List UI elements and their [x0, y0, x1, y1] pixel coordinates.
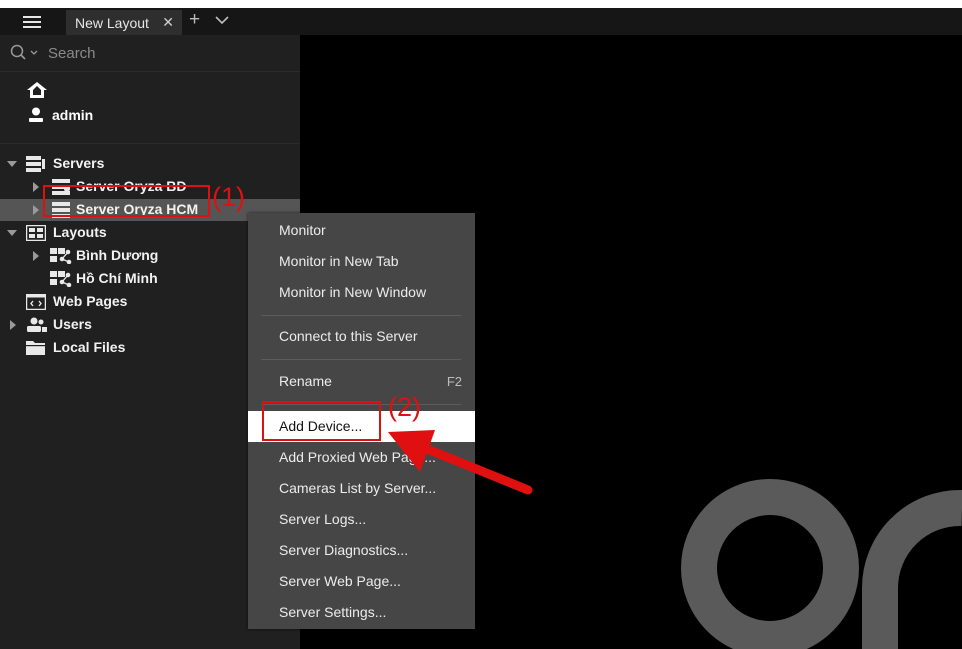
shared-layout-icon	[50, 271, 72, 287]
menu-item-monitor-new-tab[interactable]: Monitor in New Tab	[248, 246, 475, 277]
close-icon[interactable]: ✕	[162, 14, 174, 31]
tree-item-servers[interactable]: Servers	[0, 153, 300, 175]
expand-arrow-icon[interactable]	[10, 320, 16, 330]
tree-label: Web Pages	[53, 293, 128, 309]
current-user[interactable]: admin	[29, 105, 93, 125]
tree-label: Local Files	[53, 339, 126, 355]
app-window: New Layout ✕ + a	[0, 8, 962, 649]
chevron-down-icon	[215, 16, 229, 25]
menu-item-monitor[interactable]: Monitor	[248, 215, 475, 246]
tree-label: Layouts	[53, 224, 107, 240]
tab-list-button[interactable]	[215, 12, 229, 30]
annotation-label-step2: (2)	[388, 392, 421, 422]
tree-label: Users	[53, 316, 92, 332]
menu-item-connect[interactable]: Connect to this Server	[248, 321, 475, 352]
users-icon	[27, 317, 47, 332]
tree-label: Hồ Chí Minh	[76, 270, 158, 286]
tab-new-layout[interactable]: New Layout ✕	[66, 10, 182, 35]
menu-item-monitor-new-window[interactable]: Monitor in New Window	[248, 277, 475, 308]
tab-label: New Layout	[75, 14, 149, 31]
menu-item-label: Rename	[279, 373, 332, 389]
web-page-icon	[26, 294, 46, 310]
home-icon[interactable]	[27, 82, 47, 98]
layouts-icon	[26, 225, 46, 241]
annotation-arrow-icon	[388, 430, 533, 495]
user-icon	[29, 107, 43, 122]
search-bar	[0, 35, 300, 72]
add-tab-button[interactable]: +	[189, 9, 200, 31]
tree-label: Bình Dương	[76, 247, 159, 263]
oryza-logo	[681, 479, 962, 649]
divider	[0, 143, 300, 144]
menu-separator	[261, 315, 461, 316]
annotation-label-step1: (1)	[212, 182, 245, 212]
search-icon[interactable]	[10, 44, 42, 62]
hamburger-icon	[23, 16, 41, 28]
expand-arrow-icon[interactable]	[7, 230, 17, 236]
menu-item-server-diagnostics[interactable]: Server Diagnostics...	[248, 535, 475, 566]
tree-label: Servers	[53, 155, 105, 171]
expand-arrow-icon[interactable]	[33, 182, 39, 192]
expand-arrow-icon[interactable]	[33, 205, 39, 215]
menu-item-server-web-page[interactable]: Server Web Page...	[248, 566, 475, 597]
shared-layout-icon	[50, 248, 72, 264]
main-menu-button[interactable]	[9, 11, 55, 33]
shortcut-label: F2	[446, 374, 462, 389]
search-input[interactable]	[48, 42, 278, 64]
menu-item-server-settings[interactable]: Server Settings...	[248, 597, 475, 628]
servers-icon	[26, 156, 45, 172]
user-name: admin	[52, 107, 94, 123]
menu-separator	[261, 359, 461, 360]
expand-arrow-icon[interactable]	[33, 251, 39, 261]
menu-item-server-logs[interactable]: Server Logs...	[248, 504, 475, 535]
annotation-box-step1	[43, 185, 210, 217]
folder-icon	[26, 341, 45, 355]
title-bar: New Layout ✕ +	[0, 8, 962, 35]
annotation-box-step2	[262, 401, 381, 441]
menu-item-rename[interactable]: Rename F2	[248, 366, 475, 397]
expand-arrow-icon[interactable]	[7, 161, 17, 167]
